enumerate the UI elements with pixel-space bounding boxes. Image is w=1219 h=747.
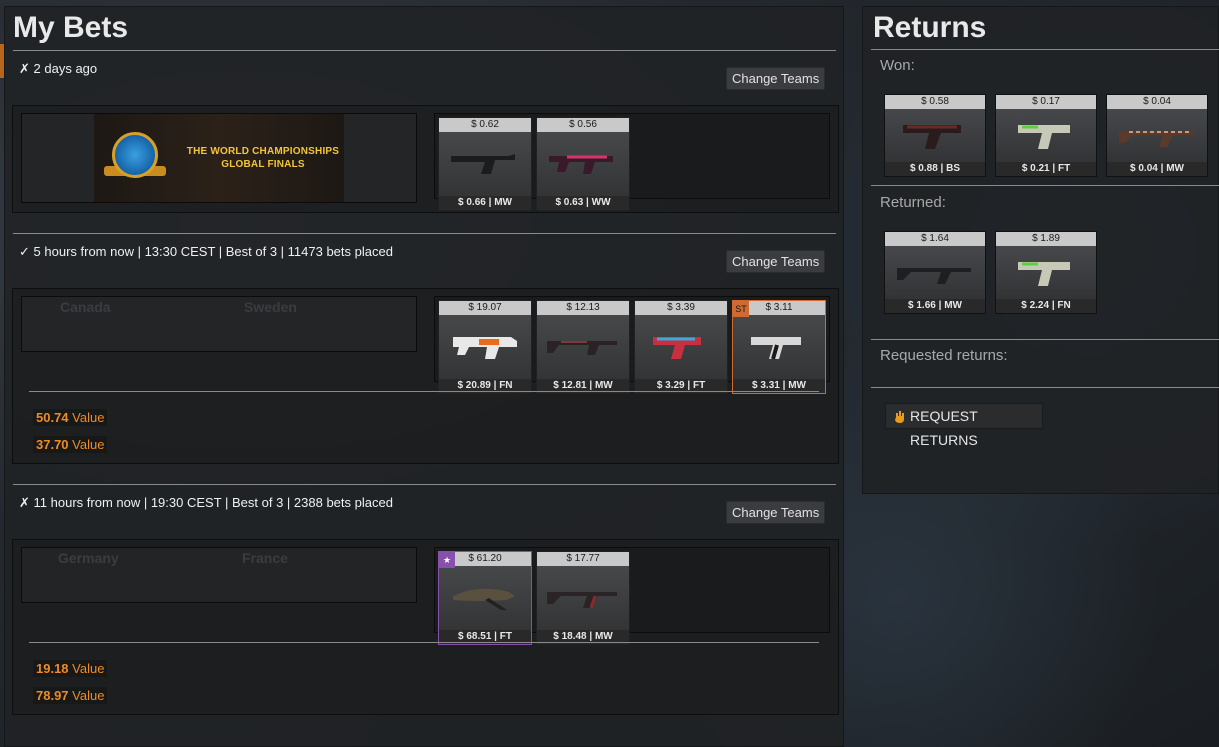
requested-returns-label: Requested returns:: [880, 347, 1008, 364]
pistol-icon: [903, 125, 961, 149]
banner-text: THE WORLD CHAMPIONSHIPS GLOBAL FINALS: [186, 146, 340, 170]
returned-item[interactable]: $ 1.64 $ 1.66 | MW: [884, 231, 986, 314]
divider: [871, 49, 1219, 50]
rifle-icon: [547, 592, 617, 609]
divider: [13, 50, 836, 51]
match-card: Germany France $ 61.20 ★ $ 68.51 | FT $ …: [12, 539, 839, 715]
match-time: 5 hours from now | 13:30 CEST | Best of …: [33, 244, 393, 259]
rifle-icon: [897, 268, 971, 284]
pistol-icon: [751, 337, 801, 360]
returns-title: Returns: [873, 11, 987, 44]
bet-items-box: $ 61.20 ★ $ 68.51 | FT $ 17.77 $ 18.48 |…: [434, 547, 830, 645]
returns-panel: Returns Won: $ 0.58 $ 0.88 | BS $ 0.17 $…: [862, 6, 1219, 494]
smg-icon: [453, 337, 517, 359]
team-b-name: France: [242, 550, 288, 566]
bet-item[interactable]: $ 3.39 $ 3.29 | FT: [634, 300, 728, 394]
rifle-icon: [547, 341, 617, 355]
returned-label: Returned:: [880, 194, 946, 211]
match-meta: ✗ 11 hours from now | 19:30 CEST | Best …: [19, 495, 393, 511]
bet-item[interactable]: $ 0.62 $ 0.66 | MW: [438, 117, 532, 211]
pistol-icon: [451, 154, 515, 174]
teams-box[interactable]: Canada Sweden: [21, 296, 417, 352]
match-card: THE WORLD CHAMPIONSHIPS GLOBAL FINALS $ …: [12, 105, 839, 213]
bet-item[interactable]: $ 19.07 $ 20.89 | FN: [438, 300, 532, 394]
star-icon: ★: [439, 552, 455, 568]
bet-item-stattrak[interactable]: $ 3.11 ST $ 3.31 | MW: [732, 300, 826, 394]
bet-item[interactable]: $ 12.13 $ 12.81 | MW: [536, 300, 630, 394]
value-line: 78.97 Value: [33, 687, 108, 704]
team-a-name: Canada: [60, 299, 111, 315]
won-item[interactable]: $ 0.58 $ 0.88 | BS: [884, 94, 986, 177]
value-line: 37.70 Value: [33, 436, 108, 453]
my-bets-panel: My Bets ✗ 2 days ago Change Teams THE WO…: [4, 6, 844, 747]
bet-items-box: $ 19.07 $ 20.89 | FN $ 12.13 $ 12.81 | M…: [434, 296, 830, 394]
divider: [29, 391, 819, 392]
won-label: Won:: [880, 57, 915, 74]
match-card: Canada Sweden $ 19.07 $ 20.89 | FN $ 12.…: [12, 288, 839, 464]
pistol-icon: [653, 337, 701, 359]
page-title: My Bets: [13, 11, 129, 44]
bet-item[interactable]: $ 0.56 $ 0.63 | WW: [536, 117, 630, 211]
divider: [871, 185, 1219, 186]
request-returns-button[interactable]: REQUEST RETURNS: [885, 403, 1043, 448]
bet-items-box: $ 0.62 $ 0.66 | MW $ 0.56 $ 0.63 | WW: [434, 113, 830, 211]
won-icon: ✓: [19, 244, 30, 259]
globe-emblem-icon: [112, 132, 158, 178]
divider: [13, 484, 836, 485]
stattrak-badge: ST: [733, 301, 749, 317]
pistol-icon: [1018, 125, 1070, 149]
pistol-icon: [1018, 262, 1070, 286]
won-item[interactable]: $ 0.04 $ 0.04 | MW: [1106, 94, 1208, 177]
returned-item[interactable]: $ 1.89 $ 2.24 | FN: [995, 231, 1097, 314]
teams-box[interactable]: THE WORLD CHAMPIONSHIPS GLOBAL FINALS: [21, 113, 417, 203]
hand-icon: [895, 411, 904, 423]
match-time: 11 hours from now | 19:30 CEST | Best of…: [33, 495, 393, 510]
change-teams-button[interactable]: Change Teams: [726, 501, 826, 524]
value-line: 50.74 Value: [33, 409, 108, 426]
match-meta: ✗ 2 days ago: [19, 61, 97, 77]
bet-item-knife[interactable]: $ 61.20 ★ $ 68.51 | FT: [438, 551, 532, 645]
won-item[interactable]: $ 0.17 $ 0.21 | FT: [995, 94, 1097, 177]
change-teams-button[interactable]: Change Teams: [726, 250, 826, 273]
bet-item[interactable]: $ 17.77 $ 18.48 | MW: [536, 551, 630, 645]
match-time: 2 days ago: [33, 61, 98, 76]
match-meta: ✓ 5 hours from now | 13:30 CEST | Best o…: [19, 244, 393, 260]
lost-icon: ✗: [19, 495, 30, 510]
divider: [13, 233, 836, 234]
rifle-icon: [1119, 131, 1193, 147]
divider: [29, 642, 819, 643]
divider: [871, 387, 1219, 388]
value-line: 19.18 Value: [33, 660, 108, 677]
teams-box[interactable]: Germany France: [21, 547, 417, 603]
team-a-name: Germany: [58, 550, 119, 566]
team-b-name: Sweden: [244, 299, 297, 315]
tournament-banner: THE WORLD CHAMPIONSHIPS GLOBAL FINALS: [94, 114, 344, 202]
lost-icon: ✗: [19, 61, 30, 76]
divider: [871, 339, 1219, 340]
knife-icon: [453, 588, 515, 610]
smg-icon: [549, 155, 613, 174]
change-teams-button[interactable]: Change Teams: [726, 67, 826, 90]
